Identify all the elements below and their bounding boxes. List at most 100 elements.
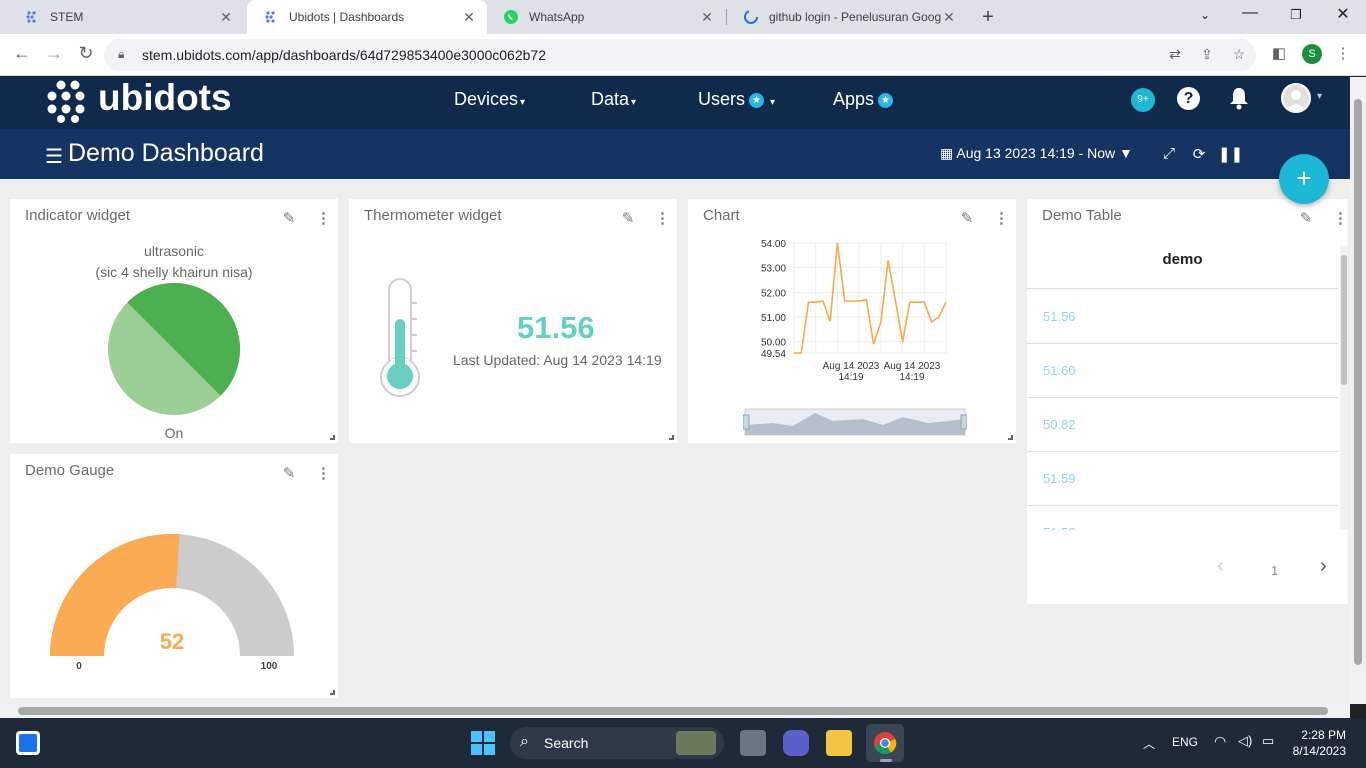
pencil-edit-icon[interactable]: ✎ (280, 209, 298, 227)
caret-down-icon[interactable]: ▾ (1317, 91, 1322, 102)
x-tick-label: 14:19 (838, 372, 863, 383)
side-panel-icon[interactable]: ◧ (1269, 44, 1289, 62)
translate-icon[interactable]: ⇄ (1166, 46, 1184, 63)
last-updated-text: Last Updated: Aug 14 2023 14:19 (453, 352, 662, 368)
help-icon[interactable]: ? (1177, 87, 1200, 110)
more-vertical-icon[interactable]: ⋮ (994, 209, 1009, 227)
more-vertical-icon[interactable]: ⋮ (655, 209, 670, 227)
page-horizontal-scrollbar[interactable] (0, 704, 1350, 718)
brand-name[interactable]: ubidots (98, 77, 232, 119)
back-arrow-icon[interactable]: ← (10, 43, 34, 64)
ubidots-favicon-icon (263, 9, 279, 25)
add-widget-button[interactable]: + (1279, 154, 1329, 204)
chrome-taskbar-button[interactable] (866, 724, 904, 762)
scrollbar-thumb[interactable] (1354, 99, 1362, 665)
close-tab-icon[interactable]: ✕ (461, 9, 477, 26)
table-scrollbar[interactable] (1340, 245, 1348, 529)
close-tab-icon[interactable]: ✕ (699, 9, 715, 26)
line-chart[interactable]: 49.5450.00 51.00 52.00 53.00 54.00 Aug 14 202… (688, 229, 1016, 389)
close-window-icon[interactable]: ✕ (1331, 4, 1355, 24)
widget-title: Indicator widget (25, 207, 131, 224)
resize-handle[interactable] (1008, 435, 1013, 440)
reload-icon[interactable]: ↻ (74, 43, 98, 64)
indicator-device: (sic 4 shelly khairun nisa) (95, 264, 253, 280)
menu-devices[interactable]: Devices ▾ (454, 89, 525, 110)
prev-page-chevron-icon[interactable]: ‹ (1217, 555, 1224, 578)
dashboard-title[interactable]: Demo Dashboard (68, 139, 264, 168)
resize-handle[interactable] (330, 435, 335, 440)
refresh-icon[interactable]: ⟳ (1190, 145, 1208, 163)
more-vertical-icon[interactable]: ⋮ (316, 209, 331, 227)
kebab-menu-icon[interactable]: ⋮ (1333, 44, 1353, 62)
table-column-header[interactable]: demo (1027, 235, 1338, 289)
language-indicator[interactable]: ENG (1172, 735, 1198, 749)
address-bar[interactable]: 🔒︎ stem.ubidots.com/app/dashboards/64d72… (104, 39, 1256, 71)
caret-down-icon: ▾ (520, 97, 526, 108)
next-page-chevron-icon[interactable]: › (1320, 555, 1327, 578)
wifi-icon[interactable]: ◠ (1214, 733, 1226, 750)
widgets-icon[interactable] (16, 731, 40, 755)
tab-ubidots-dashboards[interactable]: Ubidots | Dashboards ✕ (247, 0, 487, 34)
resize-handle[interactable] (330, 690, 335, 695)
chart-widget: Chart ✎ ⋮ 49.54 50.00 51.00 52.00 53.00 54.00… (688, 199, 1016, 443)
table-row: 51.60 (1027, 344, 1338, 398)
bell-icon[interactable] (1227, 86, 1251, 116)
ubidots-page: ubidots Devices ▾ Data ▾ Users ★ ▾ Apps ★ 9+ … (0, 77, 1350, 704)
scrollbar-thumb[interactable] (18, 707, 1328, 715)
more-vertical-icon[interactable]: ⋮ (316, 464, 331, 482)
tray-overflow-chevron-icon[interactable]: ︿ (1143, 735, 1155, 752)
lock-icon: 🔒︎ (118, 47, 125, 61)
new-tab-plus-icon[interactable]: + (978, 6, 998, 29)
notifications-count-badge[interactable]: 9+ (1131, 88, 1155, 112)
table-row: 50.82 (1027, 398, 1338, 452)
series-line (794, 242, 947, 354)
page-number[interactable]: 1 (1271, 563, 1278, 578)
whatsapp-icon (503, 9, 519, 25)
menu-data[interactable]: Data ▾ (591, 89, 636, 110)
menu-label: Users (698, 89, 746, 109)
speaker-icon[interactable]: ◁) (1238, 733, 1252, 749)
date-range-picker[interactable]: ▦ Aug 13 2023 14:19 - Now ▼ (940, 145, 1133, 162)
task-view-icon[interactable] (740, 730, 766, 756)
restore-icon[interactable]: ❐ (1284, 7, 1308, 23)
battery-icon[interactable]: ▭ (1262, 733, 1274, 749)
tab-github-login[interactable]: github login - Penelusuran Googl ✕ (727, 0, 967, 34)
navigator-left-handle[interactable] (743, 414, 750, 430)
share-icon[interactable]: ⇪ (1198, 46, 1216, 63)
resize-handle[interactable] (669, 435, 674, 440)
chart-navigator[interactable] (743, 407, 967, 437)
forward-arrow-icon[interactable]: → (42, 43, 66, 64)
thermometer-value: 51.56 (517, 310, 595, 345)
menu-users[interactable]: Users ★ ▾ (698, 89, 775, 110)
navigator-right-handle[interactable] (960, 414, 967, 430)
pencil-edit-icon[interactable]: ✎ (1297, 209, 1315, 227)
close-tab-icon[interactable]: ✕ (941, 9, 957, 26)
close-tab-icon[interactable]: ✕ (218, 9, 234, 26)
teams-chat-icon[interactable] (783, 730, 809, 756)
bookmark-star-icon[interactable]: ☆ (1230, 46, 1248, 63)
windows-start-icon[interactable] (471, 731, 495, 755)
profile-avatar[interactable]: S (1302, 44, 1322, 64)
system-clock[interactable]: 2:28 PM 8/14/2023 (1286, 727, 1346, 759)
more-vertical-icon[interactable]: ⋮ (1333, 209, 1348, 227)
scrollbar-thumb[interactable] (1341, 255, 1347, 385)
hamburger-menu-icon[interactable]: ☰ (45, 144, 63, 169)
tab-search-chevron-icon[interactable]: ⌄ (1193, 8, 1217, 22)
pause-icon[interactable]: ❚❚ (1218, 145, 1243, 163)
pencil-edit-icon[interactable]: ✎ (619, 209, 637, 227)
plot-area (793, 242, 947, 354)
taskbar-search[interactable]: ⌕ Search (510, 727, 724, 759)
tab-whatsapp[interactable]: WhatsApp ✕ (487, 0, 725, 34)
menu-apps[interactable]: Apps ★ (833, 89, 894, 110)
fullscreen-icon[interactable]: ⤢ (1160, 145, 1178, 162)
user-avatar[interactable] (1281, 83, 1311, 113)
gauge-max-label: 100 (261, 661, 278, 672)
caret-down-icon: ▾ (631, 97, 637, 108)
pencil-edit-icon[interactable]: ✎ (280, 464, 298, 482)
minimize-icon[interactable]: — (1238, 4, 1262, 22)
file-explorer-icon[interactable] (826, 730, 852, 756)
table-row: 51.56 (1027, 290, 1338, 344)
tab-stem[interactable]: STEM ✕ (8, 0, 244, 34)
pencil-edit-icon[interactable]: ✎ (958, 209, 976, 227)
page-vertical-scrollbar[interactable] (1350, 77, 1366, 704)
